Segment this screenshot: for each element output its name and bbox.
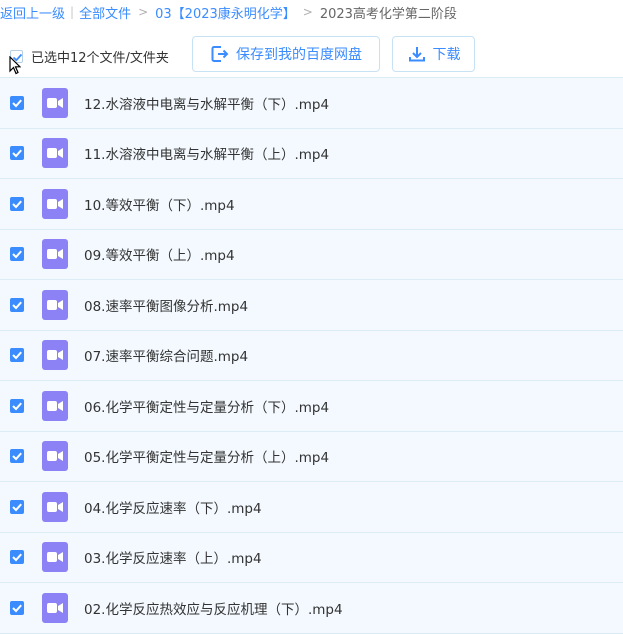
file-checkbox[interactable] — [10, 398, 24, 413]
selected-count-label: 已选中12个文件/文件夹 — [31, 51, 169, 66]
breadcrumb-folder[interactable]: 03【2023康永明化学】 — [155, 3, 296, 22]
file-row[interactable]: 07.速率平衡综合问题.mp4 — [0, 330, 623, 381]
file-row[interactable]: 08.速率平衡图像分析.mp4 — [0, 280, 623, 331]
file-name[interactable]: 10.等效平衡（下）.mp4 — [84, 194, 235, 214]
video-file-icon — [42, 340, 68, 371]
video-file-icon — [42, 542, 68, 573]
file-row[interactable]: 06.化学平衡定性与定量分析（下）.mp4 — [0, 381, 623, 432]
toolbar: 已选中12个文件/文件夹 保存到我的百度网盘 下载 — [0, 35, 623, 73]
file-checkbox[interactable] — [10, 196, 24, 211]
file-row[interactable]: 10.等效平衡（下）.mp4 — [0, 179, 623, 230]
video-file-icon — [42, 592, 68, 623]
save-to-disk-icon — [210, 44, 230, 64]
download-button[interactable]: 下载 — [392, 36, 475, 72]
file-row[interactable]: 02.化学反应热效应与反应机理（下）.mp4 — [0, 583, 623, 634]
file-name[interactable]: 02.化学反应热效应与反应机理（下）.mp4 — [84, 598, 343, 618]
breadcrumb-separator: | — [70, 5, 75, 19]
breadcrumb-chevron: > — [302, 5, 313, 19]
file-name[interactable]: 07.速率平衡综合问题.mp4 — [84, 345, 248, 365]
breadcrumb-current: 2023高考化学第二阶段 — [319, 6, 457, 22]
file-row[interactable]: 11.水溶液中电离与水解平衡（上）.mp4 — [0, 128, 623, 179]
video-file-icon — [42, 289, 68, 320]
file-list: 12.水溶液中电离与水解平衡（下）.mp4 11.水溶液中电离与水解平衡（上）.m… — [0, 77, 623, 634]
file-name[interactable]: 12.水溶液中电离与水解平衡（下）.mp4 — [84, 93, 329, 113]
save-button-label: 保存到我的百度网盘 — [236, 47, 362, 63]
breadcrumb-chevron: > — [138, 5, 149, 19]
file-name[interactable]: 03.化学反应速率（上）.mp4 — [84, 547, 262, 567]
breadcrumb-all-files[interactable]: 全部文件 — [79, 3, 131, 22]
video-file-icon — [42, 441, 68, 472]
file-name[interactable]: 11.水溶液中电离与水解平衡（上）.mp4 — [84, 143, 329, 163]
file-checkbox[interactable] — [10, 499, 24, 514]
file-checkbox[interactable] — [10, 550, 24, 565]
file-name[interactable]: 04.化学反应速率（下）.mp4 — [84, 497, 262, 517]
file-checkbox[interactable] — [10, 297, 24, 312]
file-row[interactable]: 03.化学反应速率（上）.mp4 — [0, 532, 623, 583]
download-icon — [407, 44, 427, 64]
file-name[interactable]: 08.速率平衡图像分析.mp4 — [84, 295, 248, 315]
file-row[interactable]: 05.化学平衡定性与定量分析（上）.mp4 — [0, 431, 623, 482]
file-checkbox[interactable] — [10, 348, 24, 363]
download-button-label: 下载 — [432, 47, 461, 63]
video-file-icon — [42, 87, 68, 118]
select-all[interactable]: 已选中12个文件/文件夹 — [10, 47, 169, 66]
save-to-netdisk-button[interactable]: 保存到我的百度网盘 — [192, 36, 380, 72]
file-name[interactable]: 06.化学平衡定性与定量分析（下）.mp4 — [84, 396, 329, 416]
file-row[interactable]: 04.化学反应速率（下）.mp4 — [0, 482, 623, 533]
video-file-icon — [42, 390, 68, 421]
breadcrumb: 返回上一级 | 全部文件 > 03【2023康永明化学】 > 2023高考化学第… — [0, 0, 623, 24]
video-file-icon — [42, 239, 68, 270]
file-checkbox[interactable] — [10, 95, 24, 110]
video-file-icon — [42, 138, 68, 169]
file-row[interactable]: 09.等效平衡（上）.mp4 — [0, 229, 623, 280]
file-checkbox[interactable] — [10, 247, 24, 262]
file-checkbox[interactable] — [10, 146, 24, 161]
file-name[interactable]: 09.等效平衡（上）.mp4 — [84, 244, 235, 264]
file-checkbox[interactable] — [10, 600, 24, 615]
file-checkbox[interactable] — [10, 449, 24, 464]
video-file-icon — [42, 491, 68, 522]
back-link[interactable]: 返回上一级 — [0, 3, 65, 22]
file-row[interactable]: 12.水溶液中电离与水解平衡（下）.mp4 — [0, 78, 623, 129]
video-file-icon — [42, 188, 68, 219]
file-name[interactable]: 05.化学平衡定性与定量分析（上）.mp4 — [84, 446, 329, 466]
